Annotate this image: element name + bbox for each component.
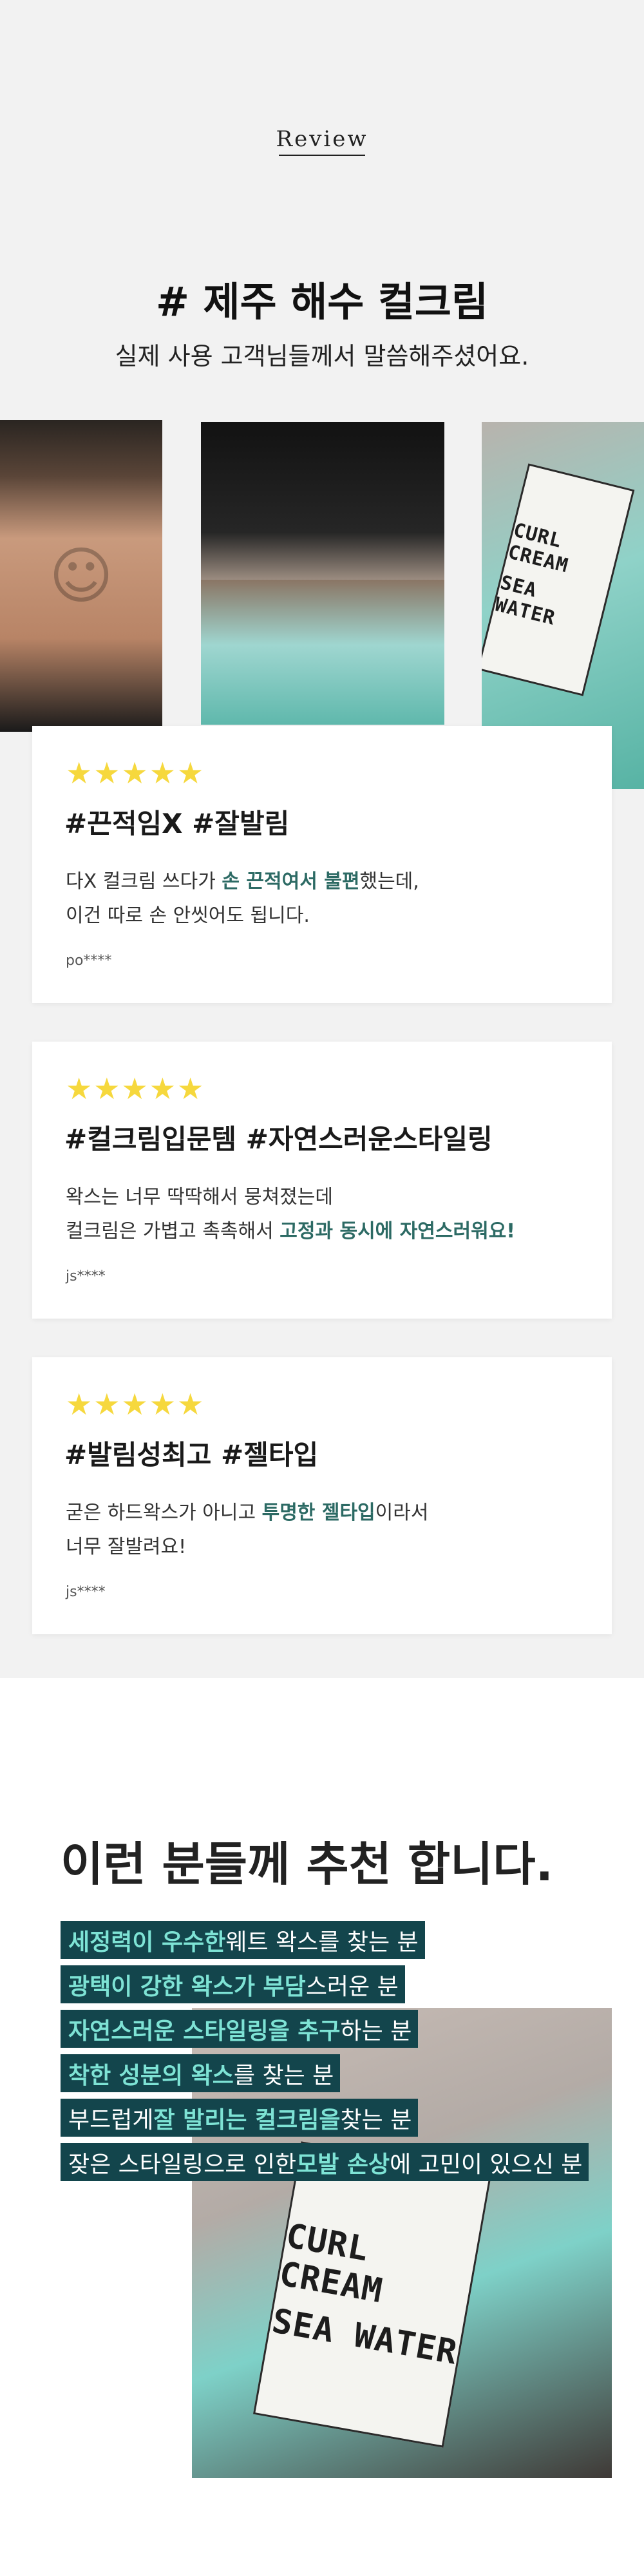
review-author: po**** bbox=[66, 953, 112, 969]
recommend-line: 부드럽게 잘 발리는 컬크림을 찾는 분 bbox=[61, 2099, 419, 2137]
review-title: #끈적임X #잘발림 bbox=[64, 808, 290, 839]
recommend-line: 광택이 강한 왁스가 부담 스러운 분 bbox=[61, 1965, 405, 2003]
review-text-line: 이건 따로 손 안씻어도 됩니다. bbox=[66, 904, 310, 927]
review-text-line: 너무 잘발려요! bbox=[66, 1536, 187, 1558]
review-author: js**** bbox=[66, 1584, 106, 1600]
review-title: #컬크림입문템 #자연스러운스타일링 bbox=[64, 1123, 493, 1155]
star-rating-icon: ★★★★★ bbox=[66, 756, 205, 790]
recommend-line: 자연스러운 스타일링을 추구 하는 분 bbox=[61, 2010, 419, 2048]
hair-icon bbox=[201, 422, 444, 580]
review-text-line: 굳은 하드왁스가 아니고 투명한 젤타입이라서 bbox=[66, 1502, 429, 1524]
jar-label: CURL CREAM SEA WATER bbox=[252, 2141, 492, 2448]
hair-and-cream-texture-photo bbox=[201, 422, 444, 725]
page-subtitle: 실제 사용 고객님들께서 말씀해주셨어요. bbox=[115, 342, 529, 370]
recommend-line: 잦은 스타일링으로 인한 모발 손상 에 고민이 있으신 분 bbox=[61, 2143, 589, 2181]
star-rating-icon: ★★★★★ bbox=[66, 1071, 205, 1106]
review-title: #발림성최고 #젤타입 bbox=[64, 1439, 319, 1471]
review-author: js**** bbox=[66, 1268, 106, 1284]
jar-icon bbox=[201, 580, 444, 725]
recommend-line: 착한 성분의 왁스 를 찾는 분 bbox=[61, 2054, 341, 2092]
review-card: ★★★★★ #발림성최고 #젤타입 굳은 하드왁스가 아니고 투명한 젤타입이라… bbox=[32, 1357, 612, 1634]
customer-face-photo: ☺ bbox=[0, 420, 162, 732]
review-label: Review bbox=[276, 126, 368, 152]
recommend-title: 이런 분들께 추천 합니다. bbox=[61, 1837, 553, 1891]
page-title: # 제주 해수 컬크림 bbox=[156, 278, 488, 325]
review-card: ★★★★★ #끈적임X #잘발림 다X 컬크림 쓰다가 손 끈적여서 불편했는데… bbox=[32, 726, 612, 1003]
review-underline bbox=[279, 155, 365, 156]
review-text-line: 왁스는 너무 딱딱해서 뭉쳐졌는데 bbox=[66, 1186, 334, 1208]
person-icon: ☺ bbox=[48, 540, 114, 612]
star-rating-icon: ★★★★★ bbox=[66, 1387, 205, 1422]
jar-label: CURL CREAM SEA WATER bbox=[482, 463, 635, 696]
review-card: ★★★★★ #컬크림입문템 #자연스러운스타일링 왁스는 너무 딱딱해서 뭉쳐졌… bbox=[32, 1042, 612, 1319]
review-text-line: 다X 컬크림 쓰다가 손 끈적여서 불편했는데, bbox=[66, 870, 419, 893]
recommend-line: 세정력이 우수한 웨트 왁스를 찾는 분 bbox=[61, 1921, 425, 1959]
review-text-line: 컬크림은 가볍고 촉촉해서 고정과 동시에 자연스러워요! bbox=[66, 1220, 515, 1243]
